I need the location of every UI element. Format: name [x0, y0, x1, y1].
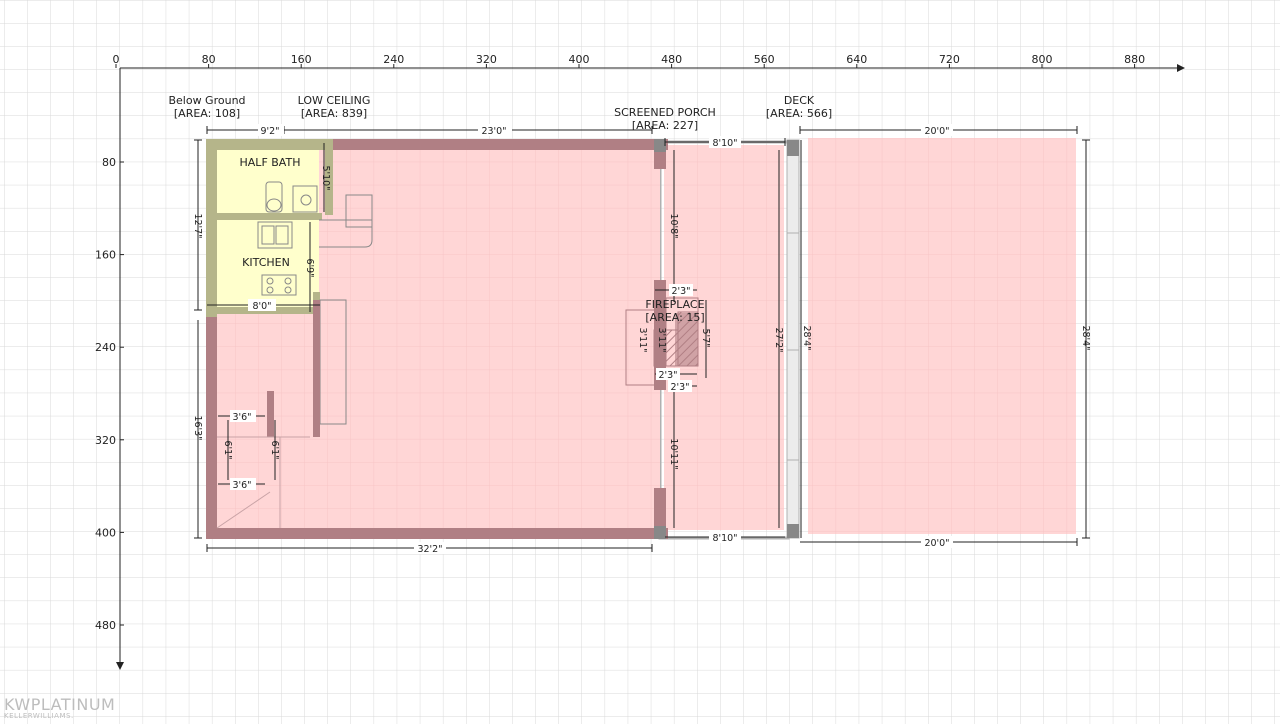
deck-area-value: [AREA: 566] [766, 107, 832, 120]
dim-8-0: 8'0" [252, 301, 271, 312]
floor-plan-svg: 0 80 160 240 320 400 480 560 640 720 800 880 80 160 2… [0, 0, 1280, 724]
ruler-y-tick-label: 480 [95, 619, 116, 632]
ruler-x-tick-label: 880 [1124, 53, 1145, 66]
dim-9-2: 9'2" [260, 126, 279, 137]
ruler-x-tick-label: 0 [113, 53, 120, 66]
ruler-y-tick-label: 80 [102, 156, 116, 169]
ruler-y-tick-label: 400 [95, 526, 116, 539]
dim-28-4-a: 28'4" [801, 325, 812, 350]
ruler-x-tick-label: 320 [476, 53, 497, 66]
dim-2-3-a: 2'3" [671, 286, 690, 297]
dim-3-6-a: 3'6" [232, 412, 251, 423]
ruler-x-tick-label: 800 [1032, 53, 1053, 66]
low-ceiling-label: LOW CEILING [298, 94, 371, 107]
kw-platinum-logo: KWPLATINUM KELLERWILLIAMS. [4, 697, 115, 720]
dim-12-7: 12'7" [192, 213, 203, 238]
ruler-x-tick-label: 80 [202, 53, 216, 66]
ruler-x-tick-label: 720 [939, 53, 960, 66]
dim-16-3: 16'3" [192, 415, 203, 440]
dim-23-0: 23'0" [481, 126, 506, 137]
logo-brand: KWPLATINUM [4, 695, 116, 714]
dim-2-3-b: 2'3" [658, 370, 677, 381]
dim-3-6-b: 3'6" [232, 480, 251, 491]
dim-8-10-top: 8'10" [712, 138, 737, 149]
ruler-y-tick-label: 160 [95, 249, 116, 262]
dim-8-10-bot: 8'10" [712, 533, 737, 544]
dim-32-2: 32'2" [417, 544, 442, 555]
ruler-x-tick-label: 400 [569, 53, 590, 66]
screened-porch-label: SCREENED PORCH [614, 106, 716, 119]
below-ground-area [212, 145, 319, 311]
low-ceiling-area-value: [AREA: 839] [301, 107, 367, 120]
ruler-x-tick-label: 160 [291, 53, 312, 66]
deck-label: DECK [784, 94, 815, 107]
dim-27-2: 27'2" [773, 327, 784, 352]
below-ground-label: Below Ground [168, 94, 245, 107]
dim-6-1-b: 6'1" [269, 440, 280, 459]
fireplace-label: FIREPLACE [645, 298, 704, 311]
logo-sub: KELLERWILLIAMS. [4, 712, 74, 720]
dim-6-9: 6'9" [304, 258, 315, 277]
dim-10-11: 10'11" [668, 438, 679, 469]
ruler-x-tick-label: 480 [661, 53, 682, 66]
ruler-x-tick-label: 240 [383, 53, 404, 66]
dim-3-11-b: 3'11" [656, 327, 667, 352]
dim-2-3-c: 2'3" [670, 382, 689, 393]
dim-6-1-a: 6'1" [222, 440, 233, 459]
dim-5-10: 5'10" [320, 165, 331, 190]
ruler-y-tick-label: 320 [95, 434, 116, 447]
ruler-y-tick-label: 240 [95, 341, 116, 354]
ruler-x-tick-label: 560 [754, 53, 775, 66]
dim-20-0-top: 20'0" [924, 126, 949, 137]
screened-porch-area-value: [AREA: 227] [632, 119, 698, 132]
dim-3-11-a: 3'11" [637, 327, 648, 352]
dim-20-0-bot: 20'0" [924, 538, 949, 549]
ruler-x-tick-label: 640 [846, 53, 867, 66]
half-bath-label: HALF BATH [240, 156, 301, 169]
floor-plan-canvas: 0 80 160 240 320 400 480 560 640 720 800 880 80 160 2… [0, 0, 1280, 724]
dim-28-4-b: 28'4" [1080, 325, 1091, 350]
dim-5-7: 5'7" [700, 328, 711, 347]
porch-screen-wall [786, 139, 800, 539]
dim-10-8: 10'8" [668, 213, 679, 238]
fireplace-area-value: [AREA: 15] [645, 311, 704, 324]
below-ground-area-value: [AREA: 108] [174, 107, 240, 120]
kitchen-label: KITCHEN [242, 256, 290, 269]
